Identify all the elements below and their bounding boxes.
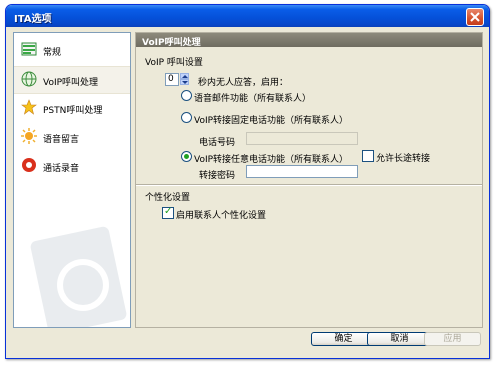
apply-button[interactable]: 应用 xyxy=(424,332,481,346)
voicemail-sun-icon xyxy=(21,128,37,144)
radio-voicemail-label[interactable]: 语音邮件功能（所有联系人） xyxy=(194,91,311,104)
sidebar-item-label: PSTN呼叫处理 xyxy=(43,106,103,116)
sidebar: 常规 VoIP呼叫处理 PSTN呼叫处理 语音留言 通话录音 xyxy=(13,32,131,328)
cancel-button[interactable]: 取消 xyxy=(367,332,432,346)
sidebar-item-label: 语音留言 xyxy=(43,135,80,145)
panel-header: VoIP呼叫处理 xyxy=(136,33,482,48)
panel-title: VoIP呼叫处理 xyxy=(142,38,201,48)
sidebar-item-label: 通话录音 xyxy=(43,164,80,174)
seconds-stepper[interactable] xyxy=(180,73,189,86)
enable-personalization-checkbox[interactable] xyxy=(162,206,174,219)
sidebar-item-voicemail[interactable]: 语音留言 xyxy=(14,124,130,150)
section-divider xyxy=(136,184,482,186)
voip-section-title: VoIP 呼叫设置 xyxy=(145,58,203,68)
sidebar-item-recording[interactable]: 通话录音 xyxy=(14,153,130,179)
chevron-up-icon xyxy=(182,75,188,78)
close-icon xyxy=(470,12,480,22)
options-dialog: ITA选项 常规 VoIP呼叫处理 PSTN呼叫处理 语音留言 通话录音 VoI… xyxy=(5,4,490,359)
sidebar-item-pstn[interactable]: PSTN呼叫处理 xyxy=(14,95,130,121)
voip-globe-icon xyxy=(21,71,37,87)
radio-voicemail[interactable] xyxy=(181,90,192,101)
close-button[interactable] xyxy=(466,8,484,26)
allow-long-distance-label[interactable]: 允许长途转接 xyxy=(376,151,430,164)
radio-any-transfer-label[interactable]: VoIP转接任意电话功能（所有联系人） xyxy=(194,152,348,165)
allow-long-distance-checkbox[interactable] xyxy=(362,150,374,162)
phone-number-label: 电话号码 xyxy=(199,138,236,148)
transfer-password-label: 转接密码 xyxy=(199,171,236,181)
transfer-password-input[interactable] xyxy=(246,165,358,178)
sidebar-item-voip[interactable]: VoIP呼叫处理 xyxy=(14,66,130,94)
radio-fixed-transfer[interactable] xyxy=(181,112,192,123)
radio-fixed-transfer-label[interactable]: VoIP转接固定电话功能（所有联系人） xyxy=(194,113,348,126)
title-bar[interactable]: ITA选项 xyxy=(6,5,489,27)
seconds-label: 秒内无人应答，启用： xyxy=(198,78,289,88)
enable-personalization-label[interactable]: 启用联系人个性化设置 xyxy=(176,208,266,221)
settings-panel: VoIP呼叫处理 VoIP 呼叫设置 0 秒内无人应答，启用： 语音邮件功能（所… xyxy=(135,32,483,328)
phone-number-input[interactable] xyxy=(246,132,358,145)
window-title: ITA选项 xyxy=(14,14,52,25)
sidebar-item-label: 常规 xyxy=(43,48,62,58)
general-settings-icon xyxy=(21,42,37,56)
record-icon xyxy=(22,158,36,172)
chevron-down-icon xyxy=(182,81,188,84)
pstn-star-icon xyxy=(21,99,37,115)
personal-section-title: 个性化设置 xyxy=(145,193,191,203)
sidebar-item-label: VoIP呼叫处理 xyxy=(43,78,99,88)
seconds-stepper-input[interactable]: 0 xyxy=(165,73,179,86)
sidebar-item-general[interactable]: 常规 xyxy=(14,37,130,63)
watermark-graphic xyxy=(30,226,127,327)
radio-any-transfer[interactable] xyxy=(181,151,192,162)
stepper-down-button[interactable] xyxy=(180,79,189,85)
